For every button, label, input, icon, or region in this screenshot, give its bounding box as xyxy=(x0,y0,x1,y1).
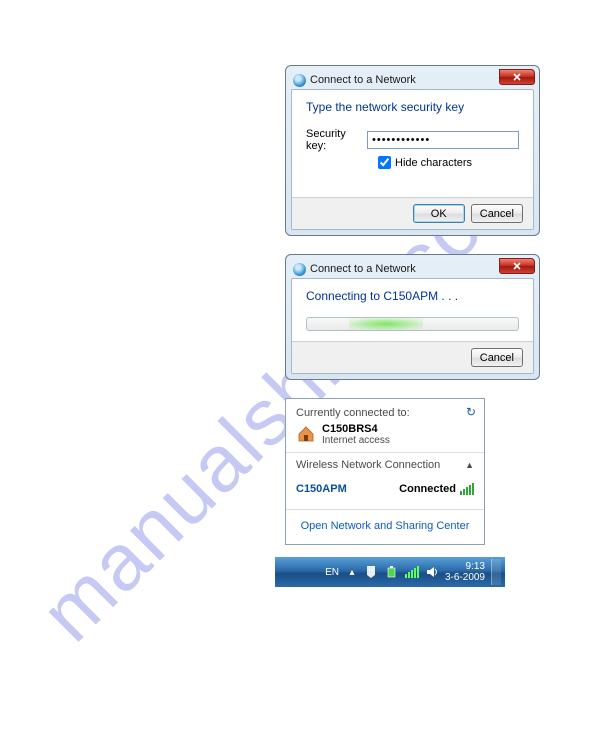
wireless-section-header[interactable]: Wireless Network Connection ▲ xyxy=(286,453,484,477)
network-ssid: C150APM xyxy=(296,483,347,495)
clock-time: 9:13 xyxy=(445,561,485,572)
network-globe-icon xyxy=(293,263,306,276)
cancel-button[interactable]: Cancel xyxy=(471,348,523,367)
progress-indicator xyxy=(349,318,423,330)
close-icon xyxy=(512,72,522,82)
security-key-label: Security key: xyxy=(306,128,367,152)
titlebar: Connect to a Network xyxy=(291,260,534,278)
network-tray-icon[interactable] xyxy=(405,565,419,579)
network-globe-icon xyxy=(293,74,306,87)
current-network-name: C150BRS4 xyxy=(322,423,390,435)
volume-icon[interactable] xyxy=(425,565,439,579)
hide-characters-checkbox[interactable] xyxy=(378,156,391,169)
signal-strength-icon xyxy=(460,483,474,495)
clock[interactable]: 9:13 3-6-2009 xyxy=(445,561,485,583)
close-icon xyxy=(512,261,522,271)
action-center-icon[interactable] xyxy=(365,565,379,579)
network-flyout: ↻ Currently connected to: C150BRS4 Inter… xyxy=(285,398,485,545)
dialog-heading: Connecting to C150APM . . . xyxy=(306,289,519,303)
dialog-title: Connect to a Network xyxy=(310,74,416,86)
currently-connected-label: Currently connected to: xyxy=(296,407,474,419)
clock-date: 3-6-2009 xyxy=(445,572,485,583)
show-desktop-button[interactable] xyxy=(491,559,501,585)
open-network-center-link[interactable]: Open Network and Sharing Center xyxy=(301,520,470,532)
network-status-text: Connected xyxy=(399,483,456,495)
taskbar: EN ▴ 9:13 3-6-2009 xyxy=(275,557,505,587)
chevron-up-icon: ▲ xyxy=(465,460,474,470)
cancel-button[interactable]: Cancel xyxy=(471,204,523,223)
tray-chevron-icon[interactable]: ▴ xyxy=(345,565,359,579)
titlebar: Connect to a Network xyxy=(291,71,534,89)
network-list-item[interactable]: C150APM Connected xyxy=(286,477,484,509)
dialog-heading: Type the network security key xyxy=(306,100,519,114)
close-button[interactable] xyxy=(499,69,535,85)
hide-characters-label: Hide characters xyxy=(395,157,472,169)
language-indicator[interactable]: EN xyxy=(325,567,339,578)
dialog-title: Connect to a Network xyxy=(310,263,416,275)
wireless-section-label: Wireless Network Connection xyxy=(296,459,440,471)
ok-button[interactable]: OK xyxy=(413,204,465,223)
home-network-icon xyxy=(296,423,316,443)
connecting-dialog: Connect to a Network Connecting to C150A… xyxy=(285,254,540,380)
close-button[interactable] xyxy=(499,258,535,274)
security-key-dialog: Connect to a Network Type the network se… xyxy=(285,65,540,236)
current-network-status: Internet access xyxy=(322,435,390,446)
security-key-input[interactable] xyxy=(367,131,519,149)
progress-bar xyxy=(306,317,519,331)
refresh-icon[interactable]: ↻ xyxy=(466,405,476,419)
power-icon[interactable] xyxy=(385,565,399,579)
